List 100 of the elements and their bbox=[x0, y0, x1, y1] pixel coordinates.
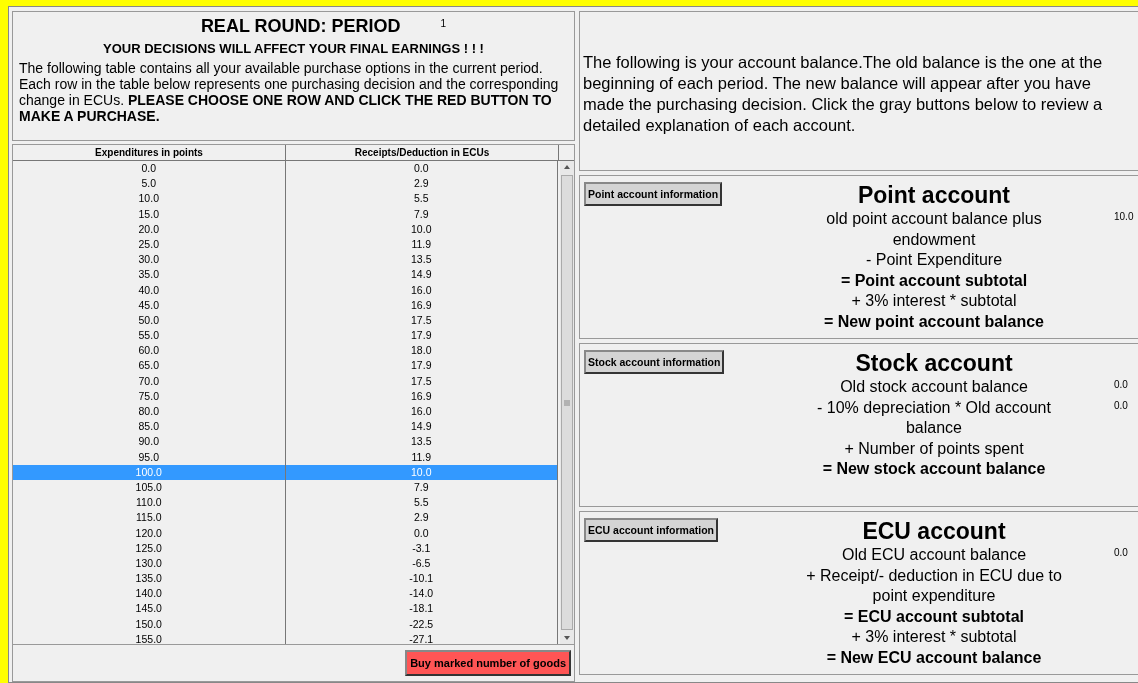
table-cell: 10.0 bbox=[13, 191, 286, 207]
table-row[interactable]: 70.0 17.5 bbox=[13, 373, 558, 389]
table-row[interactable]: 105.0 7.9 bbox=[13, 479, 558, 496]
table-cell: 16.9 bbox=[285, 388, 558, 404]
table-cell: 60.0 bbox=[13, 343, 286, 359]
table-cell: 16.9 bbox=[285, 297, 558, 313]
account-title: Stock account bbox=[855, 350, 1013, 377]
table-cell: 0.0 bbox=[285, 525, 558, 541]
table-cell: 110.0 bbox=[13, 495, 286, 511]
table-cell: 105.0 bbox=[13, 479, 286, 496]
table-cell: 35.0 bbox=[13, 267, 286, 283]
period-number: 1 bbox=[440, 18, 447, 31]
table-cell: 7.9 bbox=[285, 479, 558, 496]
table-cell: 17.5 bbox=[285, 312, 558, 329]
table-cell: 30.0 bbox=[13, 252, 286, 268]
column-header: Expenditures in points bbox=[13, 145, 286, 160]
balance-value: 0.0 bbox=[1114, 547, 1128, 558]
table-cell: -27.1 bbox=[285, 631, 558, 644]
account-info-button[interactable]: Stock account information bbox=[584, 350, 725, 374]
table-row[interactable]: 15.0 7.9 bbox=[13, 206, 558, 222]
table-row[interactable]: 40.0 16.0 bbox=[13, 282, 558, 298]
formula-line: = New point account balance bbox=[823, 311, 1044, 332]
table-row[interactable]: 65.0 17.9 bbox=[13, 358, 558, 374]
table-cell: -6.5 bbox=[285, 555, 558, 572]
balance-value: 10.0 bbox=[1114, 211, 1134, 222]
table-row[interactable]: 125.0 -3.1 bbox=[13, 540, 558, 556]
table-row[interactable]: 5.0 2.9 bbox=[13, 176, 558, 192]
table-row[interactable]: 30.0 13.5 bbox=[13, 252, 558, 268]
account-info-button[interactable]: ECU account information bbox=[584, 518, 718, 542]
table-row[interactable]: 10.0 5.5 bbox=[13, 191, 558, 207]
scrollbar[interactable] bbox=[560, 161, 574, 644]
table-row[interactable]: 155.0 -27.1 bbox=[13, 631, 558, 644]
table-cell: 2.9 bbox=[285, 510, 558, 526]
table-cell: 95.0 bbox=[13, 449, 286, 465]
table-row[interactable]: 75.0 16.9 bbox=[13, 388, 558, 404]
table-row[interactable]: 130.0 -6.5 bbox=[13, 555, 558, 572]
table-cell: 70.0 bbox=[13, 373, 286, 389]
table-row[interactable]: 35.0 14.9 bbox=[13, 267, 558, 283]
table-cell: 0.0 bbox=[285, 161, 558, 177]
table-row[interactable]: 140.0 -14.0 bbox=[13, 586, 558, 602]
formula-line: + 3% interest * subtotal bbox=[851, 627, 1017, 647]
table-cell: 15.0 bbox=[13, 206, 286, 222]
table-cell: 100.0 bbox=[13, 464, 286, 480]
table-cell: 14.9 bbox=[285, 267, 558, 283]
formula-line: Old ECU account balance bbox=[841, 545, 1027, 565]
table-row[interactable]: 95.0 11.9 bbox=[13, 449, 558, 465]
table-cell: -18.1 bbox=[285, 601, 558, 617]
table-cell: 18.0 bbox=[285, 343, 558, 359]
table-cell: 65.0 bbox=[13, 358, 286, 374]
table-cell: 14.9 bbox=[285, 419, 558, 435]
table-cell: 20.0 bbox=[13, 221, 286, 237]
table-cell: 90.0 bbox=[13, 434, 286, 450]
formula-line: = Point account subtotal bbox=[840, 270, 1028, 291]
warning-text: YOUR DECISIONS WILL AFFECT YOUR FINAL EARNINGS ! ! ! bbox=[102, 41, 485, 56]
table-row[interactable]: 145.0 -18.1 bbox=[13, 601, 558, 617]
formula-line: Old stock account balance bbox=[840, 377, 1028, 397]
formula-line: + 3% interest * subtotal bbox=[851, 291, 1017, 311]
table-cell: 11.9 bbox=[285, 236, 558, 253]
table-cell: 0.0 bbox=[13, 161, 286, 177]
balance-value: 0.0 bbox=[1114, 399, 1128, 411]
table-row[interactable]: 150.0 -22.5 bbox=[13, 616, 558, 632]
table-row[interactable]: 120.0 0.0 bbox=[13, 525, 558, 541]
table-cell: 5.0 bbox=[13, 176, 286, 192]
instructions-text: The following table contains all your available purchase options in the current period. Each row in the table below represents one purchasing decision and the corresponding change in ECUs. PLEASE CHOOSE ONE ROW AND CLICK THE RED BUTTON TO MAKE A PURCHASE. bbox=[19, 60, 560, 124]
table-cell: 5.5 bbox=[285, 495, 558, 511]
table-row[interactable]: 110.0 5.5 bbox=[13, 495, 558, 511]
table-cell: 80.0 bbox=[13, 404, 286, 420]
account-info-button[interactable]: Point account information bbox=[584, 182, 723, 206]
table-cell: 16.0 bbox=[285, 404, 558, 420]
table-cell: 115.0 bbox=[13, 510, 286, 526]
round-title: REAL ROUND: PERIOD bbox=[200, 16, 401, 37]
scroll-thumb[interactable] bbox=[561, 175, 573, 630]
account-title: ECU account bbox=[862, 518, 1006, 545]
table-row[interactable]: 90.0 13.5 bbox=[13, 434, 558, 450]
table-row[interactable]: 25.0 11.9 bbox=[13, 236, 558, 253]
table-row[interactable]: 50.0 17.5 bbox=[13, 312, 558, 329]
table-row[interactable]: 80.0 16.0 bbox=[13, 404, 558, 420]
table-cell: 145.0 bbox=[13, 601, 286, 617]
table-cell: 40.0 bbox=[13, 282, 286, 298]
table-row[interactable]: 55.0 17.9 bbox=[13, 328, 558, 344]
table-cell: 7.9 bbox=[285, 206, 558, 222]
table-cell: 140.0 bbox=[13, 586, 286, 602]
table-row[interactable]: 135.0 -10.1 bbox=[13, 571, 558, 587]
table-cell: 5.5 bbox=[285, 191, 558, 207]
table-cell: 13.5 bbox=[285, 434, 558, 450]
buy-button[interactable]: Buy marked number of goods bbox=[405, 650, 571, 676]
table-row[interactable]: 115.0 2.9 bbox=[13, 510, 558, 526]
formula-line: - Point Expenditure bbox=[865, 250, 1003, 270]
table-row[interactable]: 0.0 0.0 bbox=[13, 161, 558, 177]
balance-value: 0.0 bbox=[1114, 379, 1128, 390]
table-row[interactable]: 20.0 10.0 bbox=[13, 221, 558, 237]
table-row[interactable]: 60.0 18.0 bbox=[13, 343, 558, 359]
table-cell: 155.0 bbox=[13, 631, 286, 644]
table-cell: 11.9 bbox=[285, 449, 558, 465]
table-row[interactable]: 45.0 16.9 bbox=[13, 297, 558, 313]
table-cell: 45.0 bbox=[13, 297, 286, 313]
table-cell: 17.9 bbox=[285, 358, 558, 374]
table-row[interactable]: 85.0 14.9 bbox=[13, 419, 558, 435]
table-cell: 16.0 bbox=[285, 282, 558, 298]
table-cell: 85.0 bbox=[13, 419, 286, 435]
